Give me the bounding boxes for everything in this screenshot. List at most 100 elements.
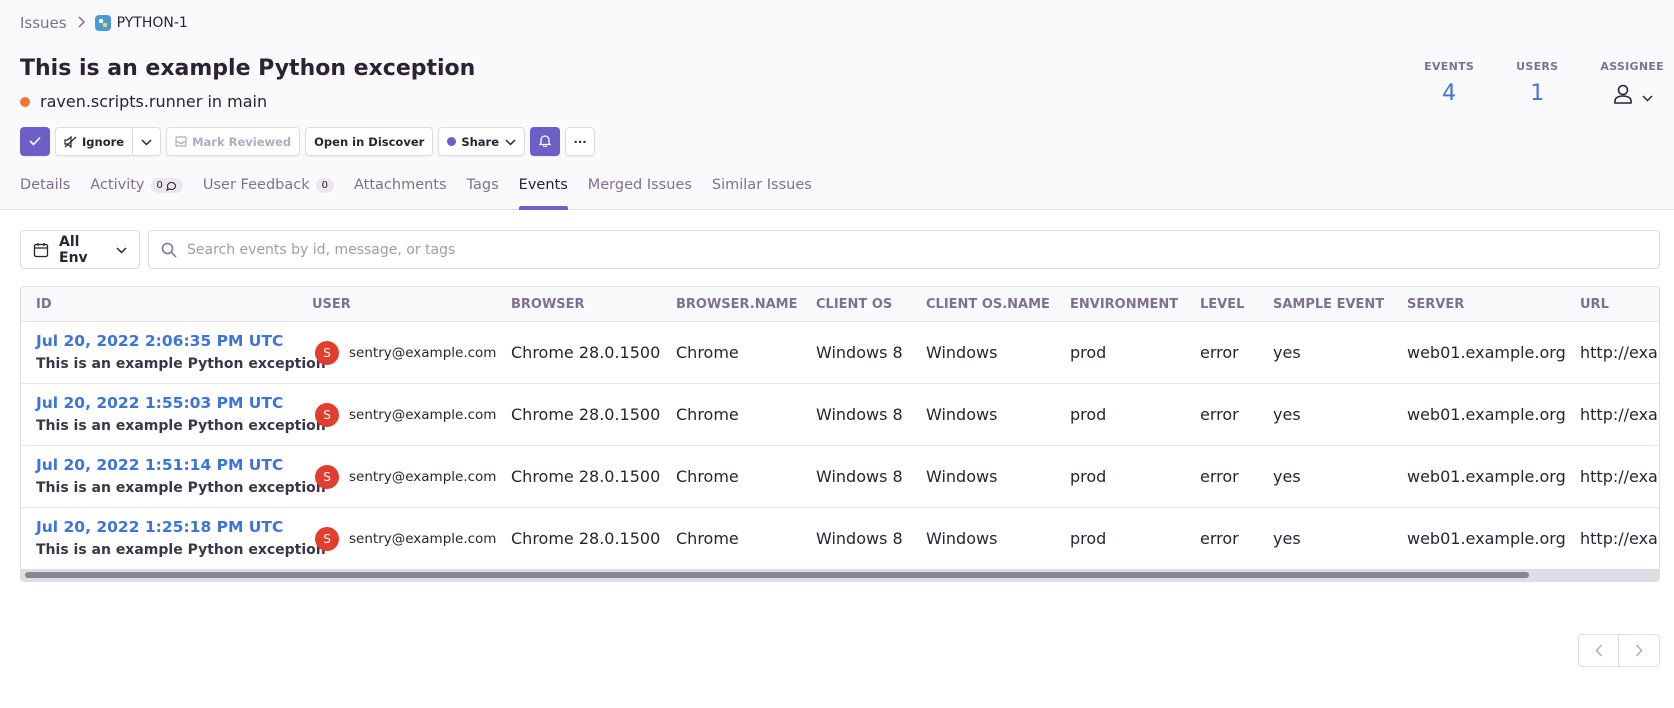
events-count[interactable]: 4 [1424, 81, 1474, 106]
browser-cell[interactable]: Chrome 28.0.1500 [511, 343, 660, 362]
activity-count-badge: 0 [150, 178, 183, 193]
avatar: S [315, 403, 339, 427]
ignore-button-group: Ignore [55, 127, 162, 156]
client-os-name-cell[interactable]: Windows [926, 467, 997, 486]
user-email[interactable]: sentry@example.com [349, 407, 496, 423]
tab-label: Details [20, 177, 71, 193]
tab-tags[interactable]: Tags [467, 166, 499, 210]
tab-similar-issues[interactable]: Similar Issues [712, 166, 812, 210]
event-link[interactable]: Jul 20, 2022 1:51:14 PM UTC [36, 456, 326, 474]
level-cell[interactable]: error [1200, 467, 1239, 486]
culprit-text: raven.scripts.runner in main [40, 92, 268, 111]
browser-cell[interactable]: Chrome 28.0.1500 [511, 405, 660, 424]
ignore-button[interactable]: Ignore [55, 127, 134, 156]
client-os-name-cell[interactable]: Windows [926, 343, 997, 362]
users-label: USERS [1516, 60, 1559, 73]
event-link[interactable]: Jul 20, 2022 2:06:35 PM UTC [36, 332, 326, 350]
browser-name-cell[interactable]: Chrome [676, 405, 739, 424]
browser-name-cell[interactable]: Chrome [676, 343, 739, 362]
column-header-environment[interactable]: ENVIRONMENT [1070, 297, 1178, 312]
environment-cell[interactable]: prod [1070, 343, 1106, 362]
share-status-dot [447, 137, 457, 146]
tab-merged-issues[interactable]: Merged Issues [588, 166, 692, 210]
url-cell[interactable]: http://example.com/foo [1580, 467, 1659, 486]
column-header-client-os[interactable]: CLIENT OS [816, 297, 892, 312]
issue-header: Issues PYTHON-1 This is an example Pytho… [0, 0, 1674, 210]
url-cell[interactable]: http://example.com/foo [1580, 529, 1659, 548]
column-header-level[interactable]: LEVEL [1200, 297, 1244, 312]
level-cell[interactable]: error [1200, 529, 1239, 548]
search-input[interactable] [187, 241, 1647, 258]
events-table: ID USER BROWSER BROWSER.NAME CLIENT OS C… [20, 286, 1660, 582]
column-header-url[interactable]: URL [1580, 297, 1609, 312]
browser-cell[interactable]: Chrome 28.0.1500 [511, 467, 660, 486]
browser-name-cell[interactable]: Chrome [676, 467, 739, 486]
level-cell[interactable]: error [1200, 343, 1239, 362]
url-cell[interactable]: http://example.com/foo [1580, 343, 1659, 362]
tab-events[interactable]: Events [518, 166, 568, 210]
browser-name-cell[interactable]: Chrome [676, 529, 739, 548]
client-os-cell[interactable]: Windows 8 [816, 405, 903, 424]
sample-event-cell[interactable]: yes [1273, 467, 1301, 486]
python-project-icon [94, 15, 111, 31]
environment-cell[interactable]: prod [1070, 529, 1106, 548]
tab-user-feedback[interactable]: User Feedback 0 [203, 166, 334, 210]
server-cell[interactable]: web01.example.org [1407, 405, 1566, 424]
next-page-button[interactable] [1619, 634, 1660, 667]
column-header-id[interactable]: ID [36, 297, 52, 312]
horizontal-scrollbar[interactable] [21, 569, 1659, 581]
event-id-cell: Jul 20, 2022 1:51:14 PM UTC This is an e… [36, 456, 326, 496]
user-email[interactable]: sentry@example.com [349, 531, 496, 547]
ignore-options-button[interactable] [133, 127, 162, 156]
assignee-label: ASSIGNEE [1600, 60, 1664, 73]
level-cell[interactable]: error [1200, 405, 1239, 424]
client-os-name-cell[interactable]: Windows [926, 529, 997, 548]
client-os-cell[interactable]: Windows 8 [816, 467, 903, 486]
sample-event-cell[interactable]: yes [1273, 343, 1301, 362]
previous-page-button[interactable] [1578, 634, 1619, 667]
browser-cell[interactable]: Chrome 28.0.1500 [511, 529, 660, 548]
more-actions-button[interactable]: ··· [565, 127, 596, 156]
server-cell[interactable]: web01.example.org [1407, 343, 1566, 362]
tab-details[interactable]: Details [20, 166, 70, 210]
user-email[interactable]: sentry@example.com [349, 469, 496, 485]
open-in-discover-button[interactable]: Open in Discover [305, 127, 434, 156]
users-count[interactable]: 1 [1516, 81, 1558, 106]
scrollbar-thumb[interactable] [25, 572, 1529, 578]
environment-selector[interactable]: All Env [20, 230, 140, 269]
column-header-client-os-name[interactable]: CLIENT OS.NAME [926, 297, 1050, 312]
assignee-stat: ASSIGNEE [1600, 60, 1664, 109]
column-header-browser[interactable]: BROWSER [511, 297, 585, 312]
avatar: S [315, 465, 339, 489]
user-feedback-count-badge: 0 [315, 178, 334, 193]
share-button[interactable]: Share [438, 127, 526, 156]
event-link[interactable]: Jul 20, 2022 1:25:18 PM UTC [36, 518, 326, 536]
client-os-name-cell[interactable]: Windows [926, 405, 997, 424]
column-header-sample-event[interactable]: SAMPLE EVENT [1273, 297, 1384, 312]
users-stat: USERS 1 [1516, 60, 1558, 109]
environment-cell[interactable]: prod [1070, 467, 1106, 486]
server-cell[interactable]: web01.example.org [1407, 467, 1566, 486]
mark-reviewed-button[interactable]: Mark Reviewed [166, 127, 301, 156]
column-header-browser-name[interactable]: BROWSER.NAME [676, 297, 798, 312]
tab-label: Tags [466, 177, 499, 193]
environment-cell[interactable]: prod [1070, 405, 1106, 424]
client-os-cell[interactable]: Windows 8 [816, 343, 903, 362]
user-cell: S sentry@example.com [315, 403, 496, 427]
column-header-user[interactable]: USER [312, 297, 351, 312]
breadcrumb-issues-link[interactable]: Issues [20, 14, 67, 32]
assignee-selector[interactable] [1600, 83, 1664, 109]
tab-label: Merged Issues [587, 177, 692, 193]
sample-event-cell[interactable]: yes [1273, 405, 1301, 424]
user-email[interactable]: sentry@example.com [349, 345, 496, 361]
subscribe-button[interactable] [530, 127, 561, 156]
url-cell[interactable]: http://example.com/foo [1580, 405, 1659, 424]
server-cell[interactable]: web01.example.org [1407, 529, 1566, 548]
resolve-button[interactable] [20, 127, 50, 156]
tab-attachments[interactable]: Attachments [354, 166, 447, 210]
event-link[interactable]: Jul 20, 2022 1:55:03 PM UTC [36, 394, 326, 412]
tab-activity[interactable]: Activity 0 [90, 166, 183, 210]
client-os-cell[interactable]: Windows 8 [816, 529, 903, 548]
column-header-server[interactable]: SERVER [1407, 297, 1464, 312]
sample-event-cell[interactable]: yes [1273, 529, 1301, 548]
